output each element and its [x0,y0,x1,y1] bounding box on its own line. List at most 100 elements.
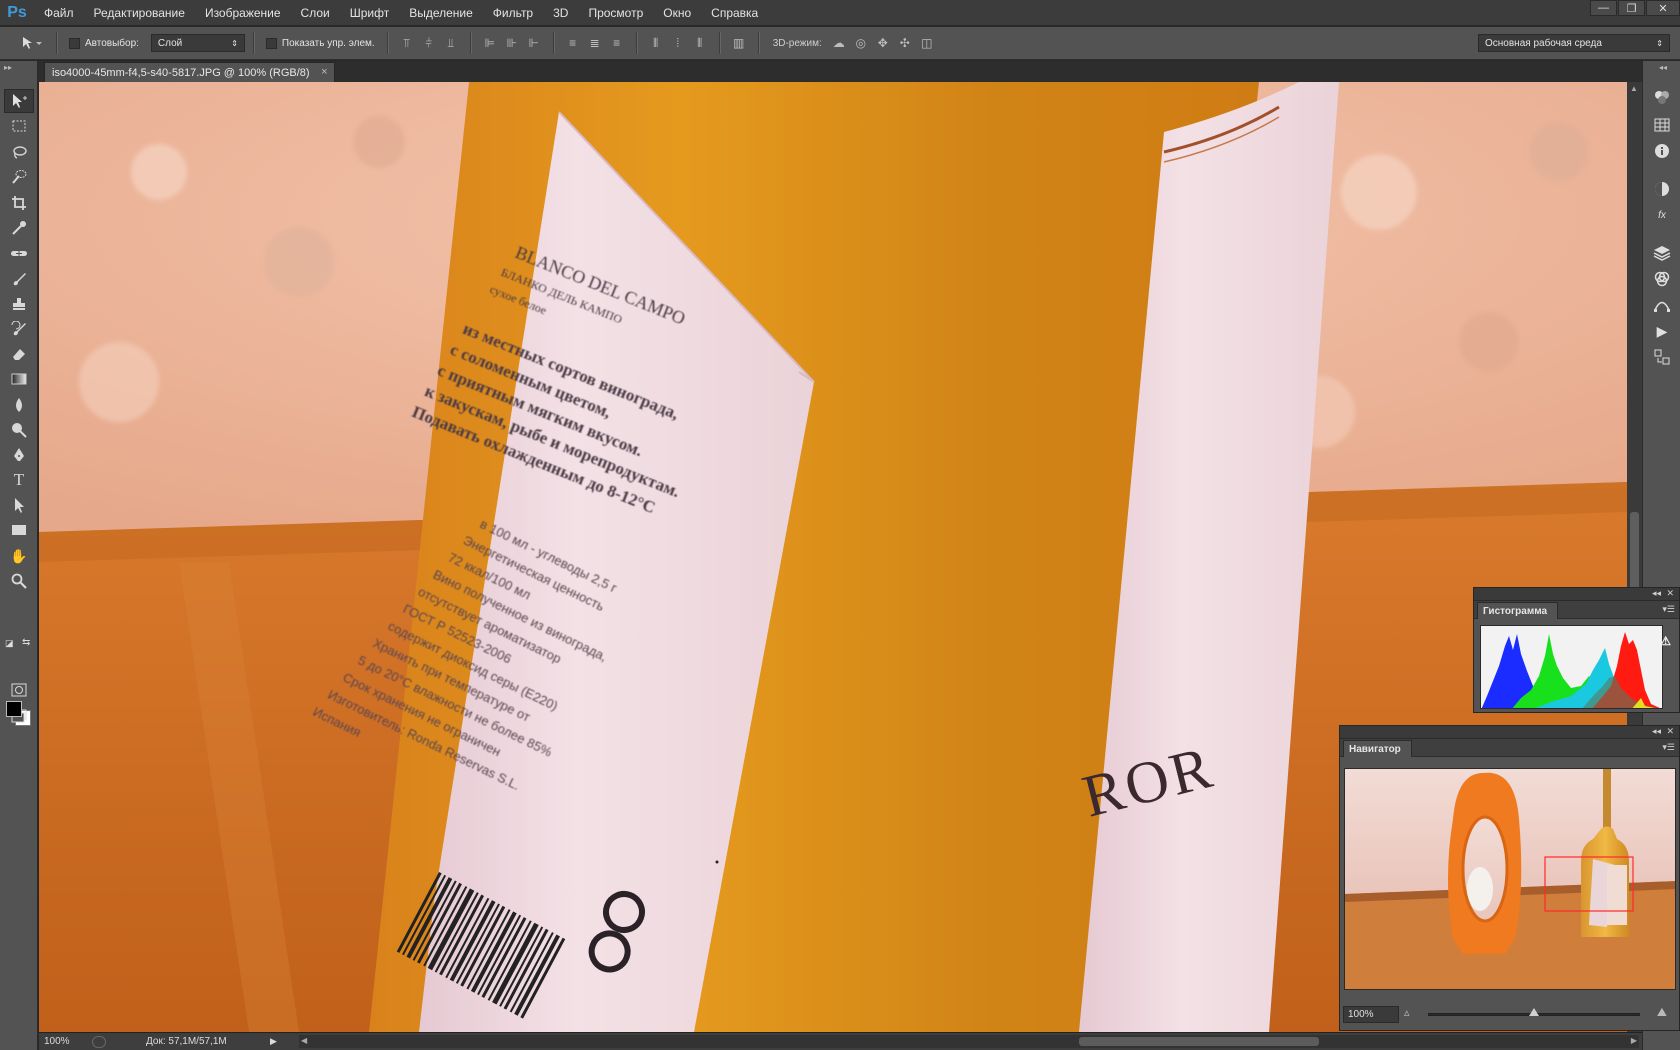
close-panel-icon[interactable]: ✕ [1666,726,1674,737]
move-tool-icon[interactable] [4,89,34,113]
distribute-left-icon[interactable]: ⦀ [647,34,665,52]
menu-layer[interactable]: Слои [291,0,340,26]
dodge-tool-icon[interactable] [4,418,34,442]
history-brush-tool-icon[interactable] [4,317,34,341]
actions-panel-icon[interactable]: ▶ [1652,321,1672,341]
quick-selection-tool-icon[interactable] [4,165,34,189]
close-tab-icon[interactable]: × [321,66,327,78]
healing-brush-tool-icon[interactable] [4,241,34,265]
eyedropper-tool-icon[interactable] [4,216,34,240]
default-colors-icon[interactable]: ◪ [5,638,14,649]
checkbox-box[interactable] [265,37,277,49]
collapse-panel-icon[interactable]: ◂◂ [1652,588,1661,599]
zoom-out-icon[interactable]: ▵ [1404,1006,1410,1019]
swap-colors-icon[interactable]: ⇆ [22,637,30,648]
photoshop-logo[interactable]: Ps [0,0,34,26]
blur-tool-icon[interactable] [4,393,34,417]
3d-slide-icon[interactable]: ✣ [896,34,914,52]
scroll-left-icon[interactable]: ◀ [301,1036,307,1045]
vertical-scroll-thumb[interactable] [1630,512,1639,592]
crop-tool-icon[interactable] [4,191,34,215]
scroll-up-icon[interactable]: ▲ [1630,84,1638,93]
quick-mask-icon[interactable] [4,678,34,702]
path-selection-tool-icon[interactable] [4,493,34,517]
align-vcenter-icon[interactable]: ⫩ [420,34,438,52]
distribute-hcenter-icon[interactable]: ⦙ [669,34,687,52]
document-tab[interactable]: iso4000-45mm-f4,5-s40-5817.JPG @ 100% (R… [44,62,335,82]
cache-warning-icon[interactable]: ⚠ [1660,634,1671,648]
color-panel-icon[interactable] [1652,87,1672,107]
collapse-panel-icon[interactable]: ◂◂ [1652,726,1661,737]
styles-panel-icon[interactable]: fx [1652,205,1672,225]
hand-tool-icon[interactable]: ✋ [4,544,34,568]
navigator-zoom-slider[interactable] [1428,1008,1640,1016]
autoselect-checkbox[interactable]: Автовыбор: [69,37,139,49]
distribute-bottom-icon[interactable]: ≡ [608,34,626,52]
status-menu-arrow-icon[interactable]: ▶ [270,1036,277,1047]
clone-stamp-tool-icon[interactable] [4,292,34,316]
expand-dock-icon[interactable]: ◂◂ [1659,63,1667,72]
menu-help[interactable]: Справка [701,0,768,26]
3d-pan-icon[interactable]: ✥ [874,34,892,52]
zoom-slider-thumb[interactable] [1529,1008,1539,1016]
move-tool-preset-icon[interactable] [18,34,46,52]
paths-panel-icon[interactable] [1652,295,1672,315]
distribute-vcenter-icon[interactable]: ≣ [586,34,604,52]
zoom-tool-icon[interactable] [4,569,34,593]
adjustments-panel-icon[interactable] [1652,179,1672,199]
navigator-zoom-field[interactable]: 100% [1343,1006,1399,1023]
tab-navigator[interactable]: Навигатор [1343,740,1412,757]
menu-edit[interactable]: Редактирование [84,0,195,26]
foreground-color-swatch[interactable] [6,701,22,717]
align-bottom-icon[interactable]: ⫫ [442,34,460,52]
lasso-tool-icon[interactable] [4,140,34,164]
autoselect-dropdown[interactable]: Слой ⇕ [150,34,245,52]
scroll-right-icon[interactable]: ▶ [1631,1036,1637,1045]
distribute-right-icon[interactable]: ⦀ [691,34,709,52]
menu-file[interactable]: Файл [34,0,84,26]
distribute-top-icon[interactable]: ≡ [564,34,582,52]
3d-roll-icon[interactable]: ◎ [852,34,870,52]
rectangle-tool-icon[interactable] [4,518,34,542]
menu-image[interactable]: Изображение [195,0,291,26]
align-left-icon[interactable]: ⊫ [481,34,499,52]
layers-panel-icon[interactable] [1652,243,1672,263]
close-window-button[interactable]: ✕ [1646,0,1680,16]
swatches-panel-icon[interactable] [1652,115,1672,135]
menu-type[interactable]: Шрифт [340,0,399,26]
3d-orbit-icon[interactable]: ☁ [830,34,848,52]
history-panel-icon[interactable] [1652,347,1672,367]
auto-align-icon[interactable]: ▥ [730,34,748,52]
panel-menu-icon[interactable]: ▾☰ [1662,742,1675,753]
menu-view[interactable]: Просмотр [578,0,653,26]
status-info-icon[interactable] [92,1035,106,1048]
minimize-button[interactable]: — [1590,0,1617,16]
workspace-dropdown[interactable]: Основная рабочая среда ⇕ [1478,34,1670,52]
channels-panel-icon[interactable] [1652,269,1672,289]
align-right-icon[interactable]: ⊩ [525,34,543,52]
tab-histogram[interactable]: Гистограмма [1477,602,1559,619]
brush-tool-icon[interactable] [4,267,34,291]
menu-filter[interactable]: Фильтр [483,0,543,26]
gradient-tool-icon[interactable] [4,367,34,391]
checkbox-box[interactable] [69,37,80,49]
pen-tool-icon[interactable] [4,443,34,467]
panel-menu-icon[interactable]: ▾☰ [1662,604,1675,615]
menu-window[interactable]: Окно [653,0,701,26]
eraser-tool-icon[interactable] [4,342,34,366]
type-tool-icon[interactable]: T [4,468,34,492]
restore-button[interactable]: ❐ [1618,0,1645,16]
status-zoom[interactable]: 100% [44,1036,88,1047]
horizontal-scroll-thumb[interactable] [1079,1037,1319,1046]
align-hcenter-icon[interactable]: ⊪ [503,34,521,52]
collapse-panel-icon[interactable]: ▸▸ [4,63,12,72]
show-transform-checkbox[interactable]: Показать упр. элем. [265,37,375,49]
close-panel-icon[interactable]: ✕ [1666,588,1674,599]
horizontal-scrollbar[interactable]: ◀ ▶ [299,1035,1639,1048]
zoom-in-icon[interactable]: ⛰ [1657,1005,1667,1020]
info-panel-icon[interactable] [1652,141,1672,161]
marquee-tool-icon[interactable] [4,114,34,138]
navigator-preview[interactable] [1344,768,1676,990]
menu-select[interactable]: Выделение [399,0,483,26]
align-top-icon[interactable]: ⫪ [398,34,416,52]
